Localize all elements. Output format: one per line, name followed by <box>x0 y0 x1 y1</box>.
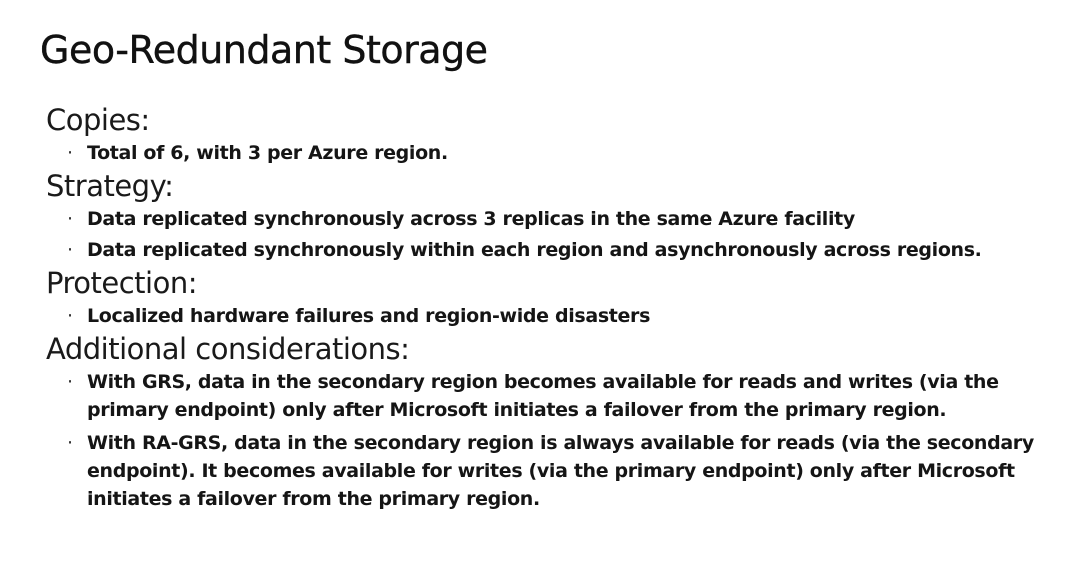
bullet-text: Data replicated synchronously across 3 r… <box>87 208 855 230</box>
section-protection: Protection: · Localized hardware failure… <box>46 264 1046 330</box>
bullet-item: · Localized hardware failures and region… <box>46 302 1046 330</box>
section-heading-copies: Copies: <box>46 103 150 137</box>
bullet-text: Data replicated synchronously within eac… <box>87 239 982 261</box>
bullet-dot-icon: · <box>67 371 73 393</box>
slide-content: Copies: · Total of 6, with 3 per Azure r… <box>46 101 1046 513</box>
slide: Geo-Redundant Storage Copies: · Total of… <box>0 0 1068 588</box>
section-copies: Copies: · Total of 6, with 3 per Azure r… <box>46 101 1046 167</box>
bullet-dot-icon: · <box>67 239 73 261</box>
section-heading-strategy: Strategy: <box>46 169 174 203</box>
section-heading-protection: Protection: <box>46 266 197 300</box>
bullet-text: With RA-GRS, data in the secondary regio… <box>87 432 1034 510</box>
bullet-list-protection: · Localized hardware failures and region… <box>46 302 1046 330</box>
bullet-item: · Total of 6, with 3 per Azure region. <box>46 139 1046 167</box>
bullet-dot-icon: · <box>67 305 73 327</box>
section-additional-considerations: Additional considerations: · With GRS, d… <box>46 330 1046 513</box>
bullet-text: With GRS, data in the secondary region b… <box>87 371 999 421</box>
bullet-item: · Data replicated synchronously within e… <box>46 236 1046 264</box>
bullet-item: · Data replicated synchronously across 3… <box>46 205 1046 233</box>
bullet-dot-icon: · <box>67 142 73 164</box>
bullet-text: Total of 6, with 3 per Azure region. <box>87 142 448 164</box>
bullet-list-copies: · Total of 6, with 3 per Azure region. <box>46 139 1046 167</box>
section-strategy: Strategy: · Data replicated synchronousl… <box>46 167 1046 264</box>
bullet-dot-icon: · <box>67 208 73 230</box>
bullet-item: · With RA-GRS, data in the secondary reg… <box>46 429 1046 513</box>
section-heading-additional-considerations: Additional considerations: <box>46 332 410 366</box>
bullet-list-strategy: · Data replicated synchronously across 3… <box>46 205 1046 264</box>
slide-title: Geo-Redundant Storage <box>40 28 488 72</box>
bullet-item: · With GRS, data in the secondary region… <box>46 368 1046 424</box>
bullet-list-additional-considerations: · With GRS, data in the secondary region… <box>46 368 1046 513</box>
bullet-text: Localized hardware failures and region-w… <box>87 305 651 327</box>
bullet-dot-icon: · <box>67 432 73 454</box>
